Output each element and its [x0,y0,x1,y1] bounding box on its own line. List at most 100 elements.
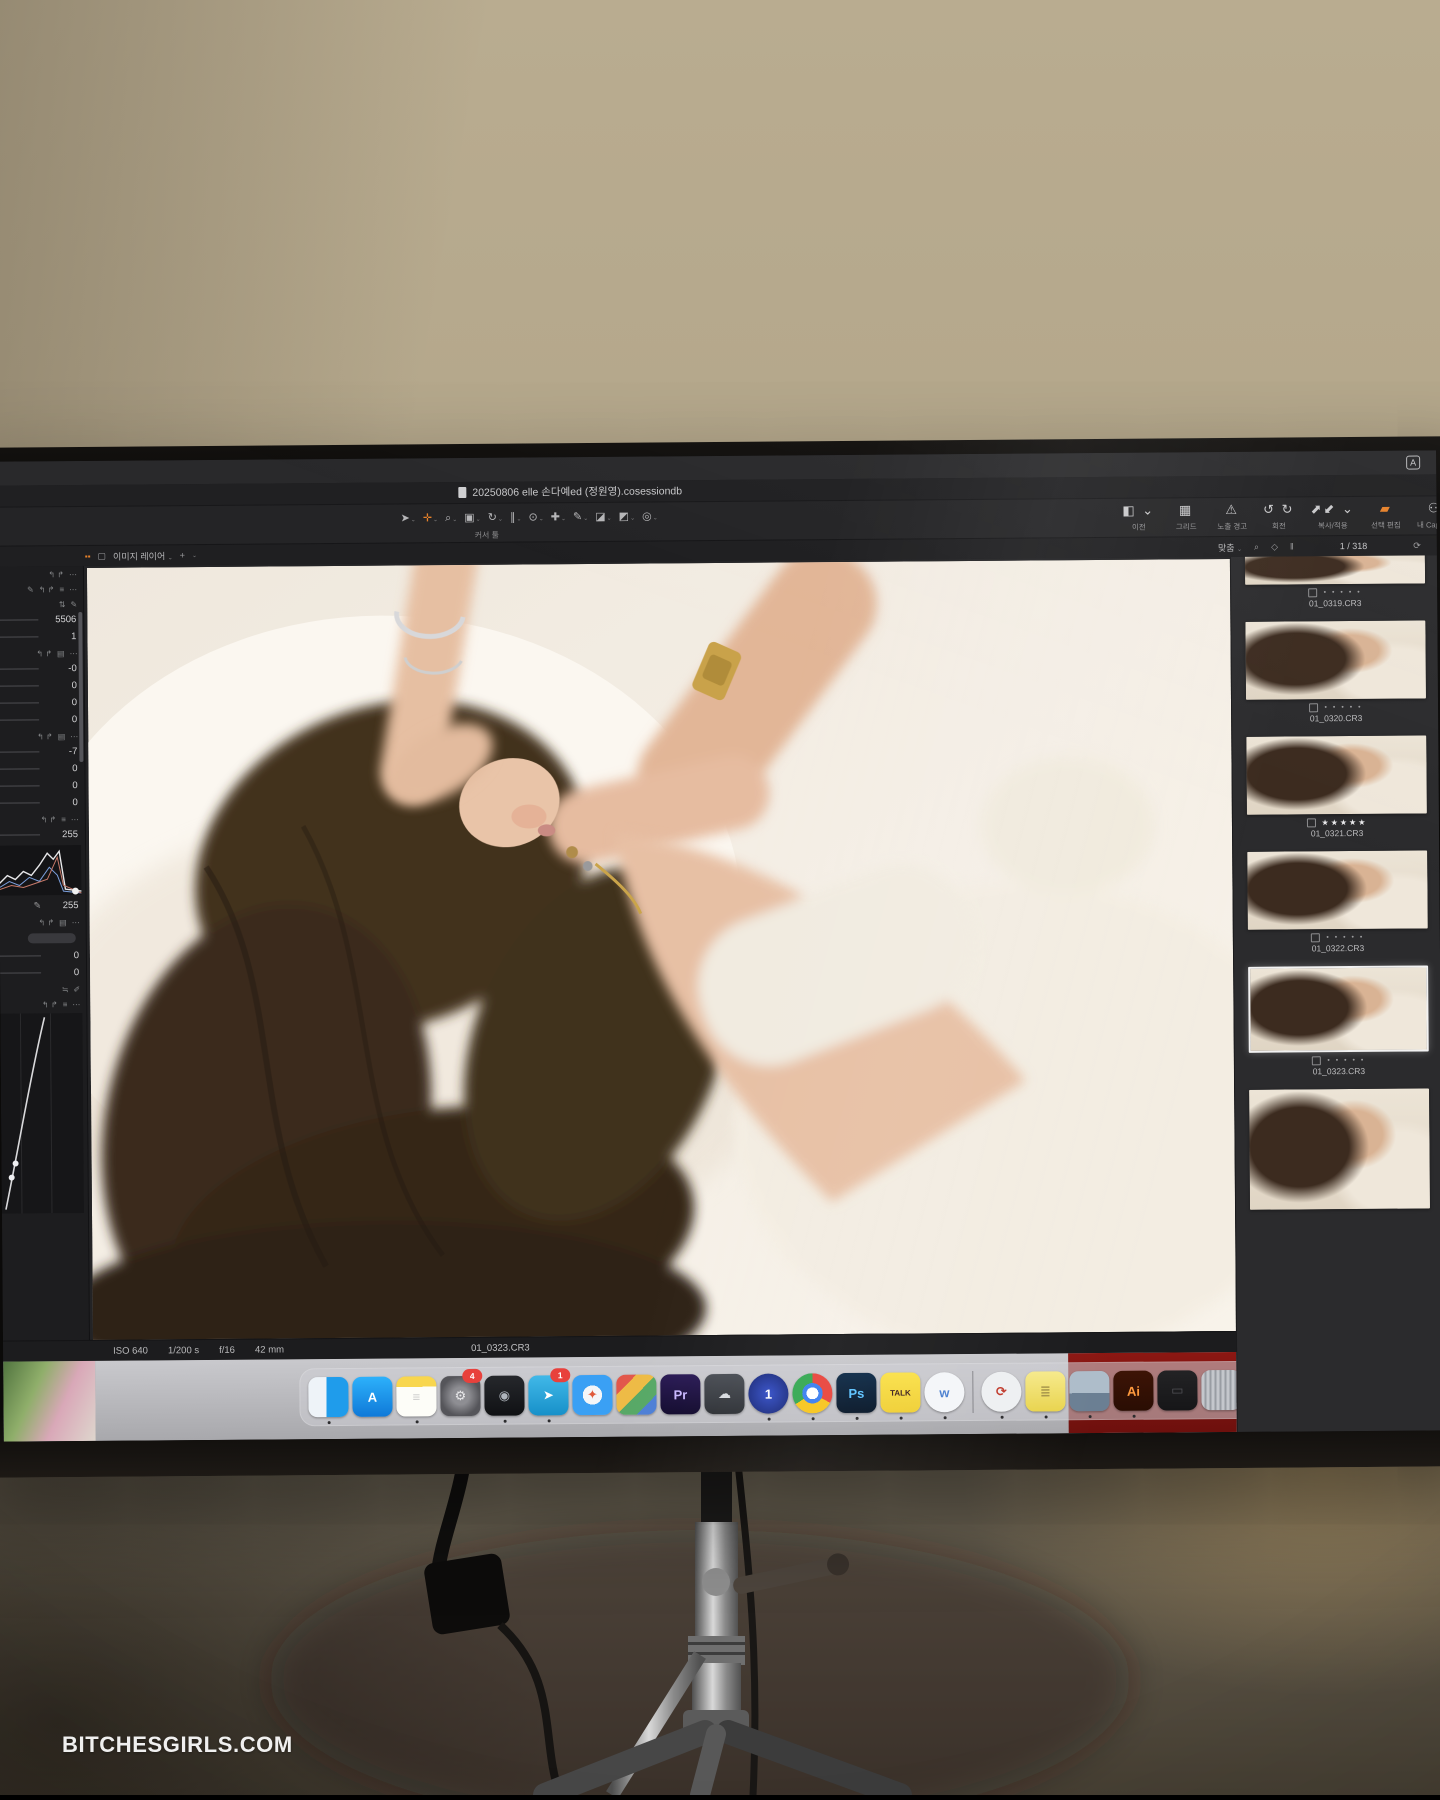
sync-app[interactable]: ⟳ [979,1367,1023,1417]
exposure-row[interactable]: -0 [0,660,84,678]
minimized-dark-window[interactable]: ▭ [1155,1365,1199,1415]
more-icon[interactable]: ⋯ [72,918,80,927]
more-icon[interactable]: ⋯ [70,649,78,658]
star-rating[interactable]: ★★★★★ [1321,818,1367,827]
cloud-w-app[interactable]: ☁ [702,1369,746,1419]
select-checkbox[interactable] [1309,703,1318,712]
gradient-mask-tool[interactable]: ◩⌄ [617,508,638,526]
highlight-row[interactable]: -7 [0,743,84,761]
more-icon[interactable]: ⋯ [69,570,77,579]
kakaotalk[interactable]: TALK [878,1367,922,1417]
star-rating[interactable]: • • • • • [1325,704,1363,711]
contrast-row[interactable]: 0 [0,677,84,695]
white-row[interactable]: 0 [0,777,85,795]
menu-icon[interactable]: ▤ [58,732,66,741]
capture-one-classic[interactable]: ◉ [482,1371,526,1421]
chrome[interactable] [790,1368,834,1418]
color-grid-app[interactable] [614,1369,658,1419]
menu-icon[interactable]: ▤ [59,918,67,927]
toggle-icon[interactable]: ≒ [62,985,69,994]
black-row[interactable]: 0 [0,794,85,812]
filmstrip-item[interactable]: • • • • • 01_0322.CR3 [1247,850,1428,953]
mode-icon[interactable]: ⇅ [59,600,66,609]
safari[interactable]: ✦ [570,1370,614,1420]
refresh-icon[interactable]: ⟳ [1413,540,1421,551]
compare-icon[interactable]: ◇ [1271,541,1278,552]
brightness-row[interactable]: 0 [0,694,84,712]
fit-zoom-select[interactable]: 맞춤 ⌄ [1218,540,1242,553]
telegram[interactable]: ➤ 1 [526,1370,570,1420]
eyedropper-icon[interactable]: ✎ [34,900,42,911]
select-tool[interactable]: ➤⌄ [398,509,417,527]
heal-tool[interactable]: ✚⌄ [549,508,568,526]
system-settings[interactable]: ⚙ 4 [438,1371,482,1421]
grid-button[interactable]: ▦그리드 [1171,501,1201,532]
thumbnail[interactable] [1248,965,1429,1052]
reset-icon[interactable]: ↰ ↱ [39,585,55,594]
select-checkbox[interactable] [1306,818,1315,827]
compare-before-button[interactable]: ◧ ⌄이전 [1122,502,1155,533]
tone-curve[interactable] [0,1013,84,1214]
filmstrip-browser[interactable]: • • • • • 01_0319.CR3 • • • • • 01_0320.… [1230,555,1440,1432]
reset-icon[interactable]: ↰ ↱ [37,732,53,741]
rotate-tool[interactable]: ↻⌄ [486,509,505,527]
exposure-warning-button[interactable]: ⚠노출 경고 [1217,501,1247,532]
premiere-pro[interactable]: Pr [658,1369,702,1419]
more-icon[interactable]: ⋯ [72,1000,80,1009]
radial-mask-tool[interactable]: ◎⌄ [640,507,660,525]
wb-tint-row[interactable]: 1 [0,628,84,646]
image-viewer[interactable] [84,557,1236,1340]
layer-menu-chevron[interactable]: ⌄ [192,552,197,559]
star-rating[interactable]: • • • • • [1324,589,1362,596]
straighten-tool[interactable]: ∥⌄ [508,509,524,527]
spot-tool[interactable]: ⊙⌄ [526,508,545,526]
reset-icon[interactable]: ↰ ↱ [36,649,52,658]
menu-icon[interactable]: ≡ [61,815,66,824]
capture-one[interactable]: 1 [746,1368,790,1418]
reset-icon[interactable]: ↰ ↱ [38,918,54,927]
thumbnail[interactable] [1245,620,1426,699]
stickies[interactable]: ≣ [1023,1366,1067,1416]
filmstrip-item[interactable]: • • • • • 01_0320.CR3 [1245,620,1426,723]
menu-icon[interactable]: ▤ [57,649,65,658]
illustrator[interactable]: Ai [1111,1366,1155,1416]
minimized-photo-window[interactable] [1067,1366,1111,1416]
star-rating[interactable]: • • • • • [1326,934,1364,941]
filmstrip-item[interactable]: ★★★★★ 01_0321.CR3 [1246,735,1427,838]
input-source-icon[interactable]: A [1406,455,1420,469]
finder[interactable] [306,1372,350,1422]
brush-icon[interactable]: ✐ [73,985,80,994]
select-checkbox[interactable] [1311,933,1320,942]
pan-tool[interactable]: ✛⌄ [421,509,440,527]
filmstrip-item[interactable]: • • • • • 01_0323.CR3 [1248,965,1429,1076]
w-circle-app[interactable]: ᴡ [922,1367,966,1417]
menu-icon[interactable]: ≡ [63,1000,68,1009]
split-icon[interactable]: ‖ [1290,541,1294,551]
edit-selected-button[interactable]: ▰선택 편집 [1371,500,1401,531]
levels-histogram[interactable] [0,845,81,896]
layers-icon[interactable]: ▪▪ [85,551,91,560]
rotate-buttons[interactable]: ↺ ↻회전 [1263,500,1295,531]
reset-icon[interactable]: ↰ ↱ [48,570,64,579]
photoshop[interactable]: Ps [834,1368,878,1418]
thumbnail[interactable] [1245,555,1425,585]
filmstrip-item[interactable]: • • • • • 01_0319.CR3 [1245,559,1425,608]
reset-icon[interactable]: ↰ ↱ [41,815,57,824]
more-icon[interactable]: ⋯ [70,732,78,741]
add-layer-button[interactable]: + [180,550,185,560]
select-checkbox[interactable] [1312,1056,1321,1065]
wb-temp-row[interactable]: 5506 [0,611,83,629]
clarity-row[interactable]: 0 [0,947,86,965]
thumbnail[interactable] [1246,735,1427,814]
filmstrip-item[interactable] [1249,1088,1430,1209]
zoom-icon[interactable]: ⌕ [1254,541,1259,552]
thumbnail[interactable] [1249,1088,1430,1209]
grid-view-icon[interactable]: ▢ [97,550,106,561]
reset-icon[interactable]: ↰ ↱ [42,1000,58,1009]
erase-mask-tool[interactable]: ◪⌄ [593,508,614,526]
panel-pill-button[interactable] [28,933,76,943]
more-icon[interactable]: ⋯ [69,585,77,594]
draw-mask-tool[interactable]: ✎⌄ [571,508,590,526]
app-store[interactable]: A [350,1372,394,1422]
dock-separator[interactable] [966,1367,979,1417]
